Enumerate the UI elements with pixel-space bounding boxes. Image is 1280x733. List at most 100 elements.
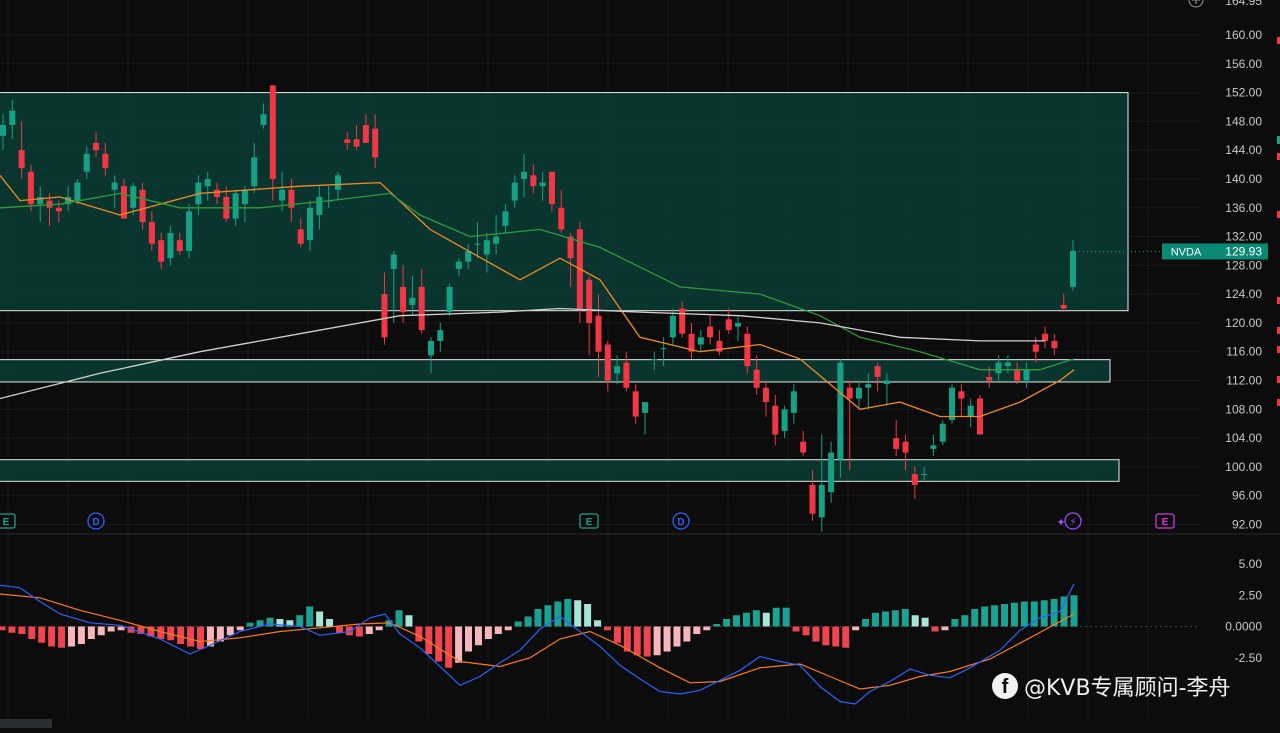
macd-histogram-bar <box>48 626 56 647</box>
price-tick-label: 148.00 <box>1225 114 1262 128</box>
macd-histogram-bar <box>1010 602 1018 627</box>
candle-body <box>958 391 965 399</box>
candle-body <box>846 387 853 399</box>
price-tick-label: 152.00 <box>1225 86 1262 100</box>
candle-body <box>856 387 862 399</box>
candle-body <box>781 409 788 431</box>
price-tick-label: 92.00 <box>1232 518 1262 532</box>
macd-histogram-bar <box>38 626 46 643</box>
macd-tick-label: 0.0000 <box>1225 620 1262 634</box>
event-marker-glyph: E <box>3 517 10 528</box>
macd-histogram-bar <box>852 626 860 631</box>
candle-body <box>772 405 779 435</box>
candle <box>716 330 723 356</box>
macd-histogram-bar <box>197 626 205 649</box>
candle <box>186 204 193 259</box>
candle-body <box>911 474 918 485</box>
candle-body <box>139 189 146 223</box>
price-tick-label: 104.00 <box>1225 431 1262 445</box>
macd-histogram-bar <box>891 610 899 627</box>
candle <box>790 384 797 424</box>
macd-histogram-bar <box>673 626 681 647</box>
macd-histogram-bar <box>653 626 661 656</box>
candle-body <box>530 175 537 187</box>
event-marker-flash[interactable]: ⚡ <box>1064 512 1082 530</box>
candle-body <box>418 286 425 331</box>
macd-histogram-bar <box>365 626 373 634</box>
macd-histogram-bar <box>981 606 989 627</box>
candle-body <box>409 297 416 305</box>
event-marker-earnings[interactable]: E <box>1155 513 1175 529</box>
candle-body <box>372 128 379 158</box>
event-marker-earnings[interactable]: E <box>579 513 599 529</box>
price-axis-top-label: 164.95 <box>1225 0 1262 8</box>
candle-body <box>390 254 397 269</box>
chart-root: 164.95 160.00 156.00 152.00 148.00 144.00 140.… <box>0 0 1280 728</box>
candle-body <box>0 124 6 136</box>
candle-body <box>511 182 518 201</box>
candle <box>632 384 639 424</box>
last-price-label: 129.93 <box>1225 244 1262 258</box>
candle-body <box>55 207 62 212</box>
bottom-tab-handle[interactable] <box>0 719 52 728</box>
event-marker-dividend[interactable]: D <box>87 512 105 530</box>
price-tick-label: 108.00 <box>1225 402 1262 416</box>
facebook-icon: f <box>992 673 1018 699</box>
candle-body <box>586 279 593 323</box>
candle-body <box>753 369 760 388</box>
macd-histogram-bar <box>1020 601 1028 627</box>
event-marker-earnings[interactable]: E <box>0 513 16 529</box>
candle <box>725 308 732 334</box>
price-tick-label: 96.00 <box>1232 489 1262 503</box>
candle-body <box>316 196 323 215</box>
candle <box>623 351 630 392</box>
macd-histogram-bar <box>534 609 542 627</box>
macd-histogram-bar <box>504 626 512 631</box>
candle-body <box>502 211 509 226</box>
macd-histogram-bar <box>1070 595 1078 627</box>
price-tick-label: 156.00 <box>1225 57 1262 71</box>
candle <box>976 394 983 435</box>
candle-body <box>1004 362 1011 367</box>
candle-body <box>148 222 155 244</box>
candle <box>604 340 611 392</box>
price-tick-label: 124.00 <box>1225 287 1262 301</box>
candle-body <box>865 384 872 388</box>
candle-body <box>111 182 118 190</box>
event-markers: E D E D ⚡ E ✦ <box>0 512 1175 530</box>
candle-body <box>446 286 453 313</box>
candle-body <box>83 153 90 172</box>
macd-histogram-bar <box>961 615 969 627</box>
candle-body <box>818 484 825 518</box>
support-zones <box>0 92 1129 482</box>
candle-body <box>344 139 351 143</box>
candle-body <box>949 387 956 421</box>
macd-histogram-bar <box>0 626 6 631</box>
price-tick-label: 140.00 <box>1225 172 1262 186</box>
candle-body <box>102 153 109 169</box>
candle-body <box>651 358 658 360</box>
macd-histogram-bar <box>246 622 254 627</box>
candle-body <box>800 441 807 453</box>
candle-body <box>1023 369 1030 381</box>
macd-histogram-bar <box>842 626 850 648</box>
macd-histogram-bar <box>574 600 582 627</box>
candle <box>576 222 583 323</box>
chart-canvas[interactable]: 164.95 160.00 156.00 152.00 148.00 144.00 140.… <box>0 0 1280 728</box>
zone-2 <box>0 359 1111 383</box>
candle-body <box>428 340 434 356</box>
candle-body <box>762 387 769 403</box>
event-marker-dividend[interactable]: D <box>672 512 690 530</box>
candle-body <box>232 193 239 219</box>
candle-body <box>883 380 890 385</box>
candle <box>735 315 742 341</box>
candle-body <box>893 438 900 449</box>
macd-histogram-bar <box>514 621 522 627</box>
event-marker-glyph: E <box>586 517 593 528</box>
price-tick-label: 112.00 <box>1226 374 1262 388</box>
macd-histogram-bar <box>613 626 621 643</box>
macd-histogram-bar <box>107 626 115 632</box>
candle <box>586 276 593 356</box>
candle <box>697 330 704 352</box>
macd-histogram-bar <box>187 626 195 647</box>
